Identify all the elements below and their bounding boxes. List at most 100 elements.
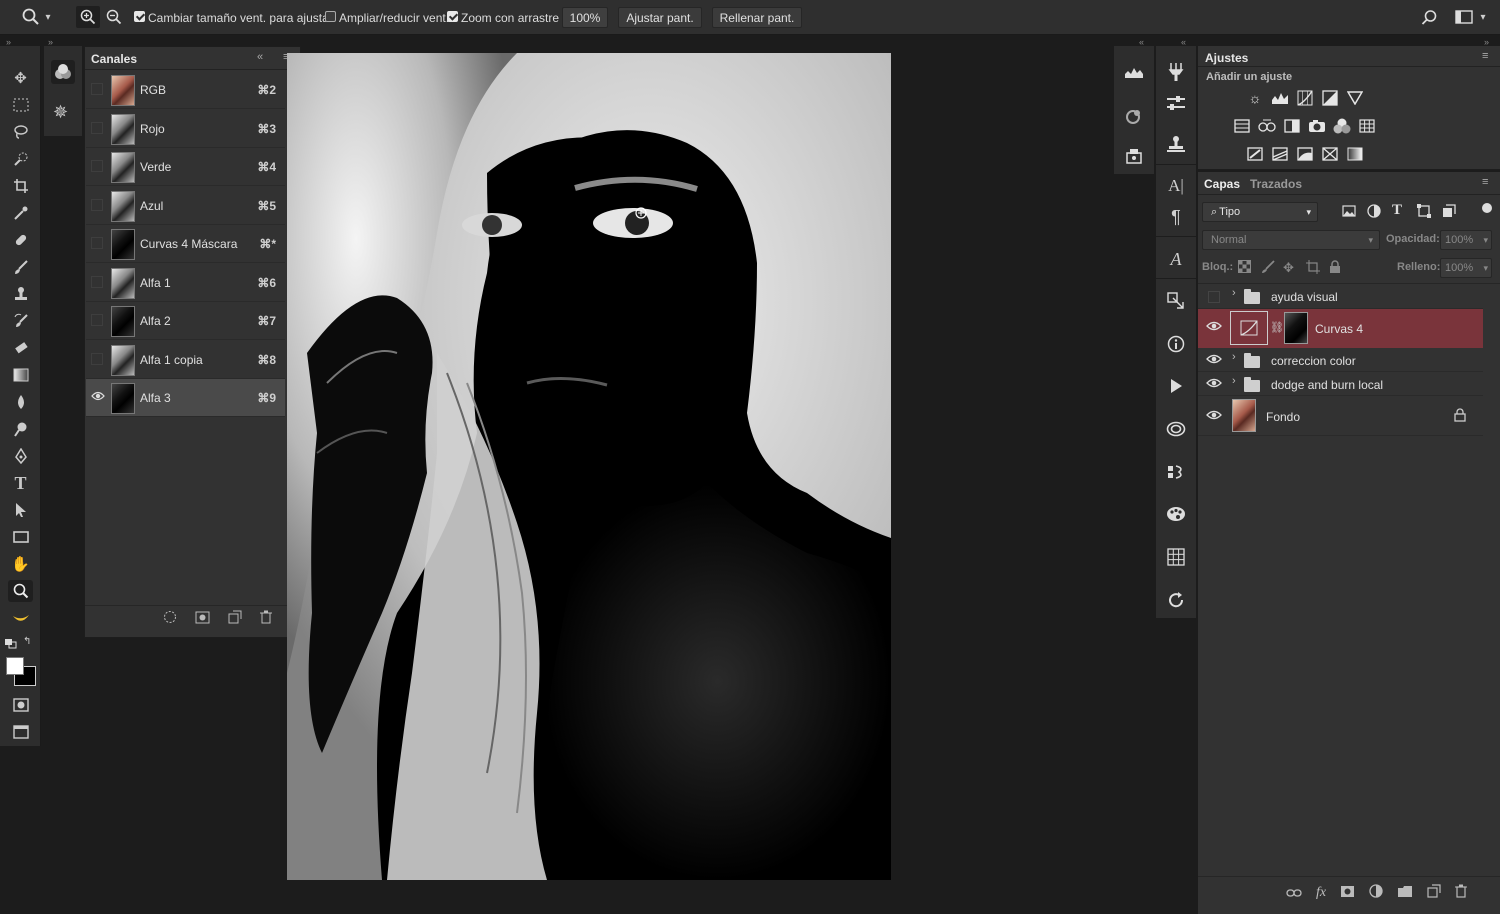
fx-icon[interactable]: fx — [1316, 885, 1326, 901]
new-group-icon[interactable] — [1397, 885, 1413, 901]
visibility-toggle-empty[interactable] — [91, 121, 103, 134]
lasso-tool-icon[interactable] — [8, 121, 33, 143]
paragraph-panel-icon[interactable]: ¶ — [1164, 205, 1188, 229]
type-filter-icon[interactable]: T — [1392, 202, 1402, 219]
fill-field[interactable]: 100% ▾ — [1440, 258, 1492, 278]
collapse-icon[interactable]: « — [257, 51, 263, 63]
channel-row[interactable]: Alfa 3 ⌘9 — [86, 379, 285, 417]
healing-brush-tool-icon[interactable] — [8, 229, 33, 251]
layer-row-curvas-4[interactable]: ⛓ Curvas 4 — [1198, 309, 1483, 348]
invert-icon[interactable] — [1246, 146, 1264, 162]
brush-settings-icon[interactable] — [1164, 91, 1188, 115]
chevron-down-icon[interactable]: ▾ — [1476, 6, 1490, 28]
channel-row[interactable]: Verde ⌘4 — [86, 148, 285, 186]
fill-screen-button[interactable]: Rellenar pant. — [712, 7, 802, 28]
eye-icon[interactable] — [1206, 410, 1222, 424]
channel-row[interactable]: Rojo ⌘3 — [86, 110, 285, 148]
channel-row[interactable]: Alfa 1 copia ⌘8 — [86, 341, 285, 379]
dodge-tool-icon[interactable] — [8, 418, 33, 440]
exposure-icon[interactable] — [1321, 90, 1339, 106]
visibility-toggle-empty[interactable] — [1208, 291, 1220, 303]
adjustment-filter-icon[interactable] — [1367, 204, 1381, 221]
navigator-panel-icon[interactable]: ✵ — [53, 102, 68, 123]
clone-stamp-tool-icon[interactable] — [8, 283, 33, 305]
screen-mode-icon[interactable] — [8, 721, 33, 743]
move-tool-icon[interactable]: ✥ — [8, 67, 33, 89]
color-panel-icon[interactable] — [1164, 502, 1188, 526]
channel-row[interactable]: Alfa 2 ⌘7 — [86, 302, 285, 340]
foreground-color-swatch[interactable] — [6, 657, 24, 675]
visibility-toggle-empty[interactable] — [91, 314, 103, 326]
quick-mask-icon[interactable] — [8, 694, 33, 716]
glyphs-panel-icon[interactable]: A — [1164, 247, 1188, 271]
eye-icon[interactable] — [1206, 378, 1222, 392]
panel-menu-icon[interactable]: ≡ — [1482, 50, 1488, 62]
channel-row[interactable]: Azul ⌘5 — [86, 187, 285, 225]
shape-filter-icon[interactable] — [1417, 204, 1431, 221]
link-layers-icon[interactable] — [1286, 885, 1302, 901]
add-mask-icon[interactable] — [1340, 885, 1355, 901]
histogram-icon[interactable] — [1122, 60, 1146, 84]
type-tool-icon[interactable]: T — [8, 472, 33, 494]
blur-tool-icon[interactable] — [8, 391, 33, 413]
resize-windows-checkbox[interactable] — [134, 11, 145, 22]
history-brush-tool-icon[interactable] — [8, 310, 33, 332]
search-icon[interactable] — [1418, 6, 1440, 28]
layer-thumbnail[interactable] — [1232, 399, 1256, 432]
tool-presets-icon[interactable] — [1164, 60, 1188, 84]
layer-row-dodge-and-burn[interactable]: › dodge and burn local — [1198, 372, 1483, 396]
curves-adjustment-thumbnail[interactable] — [1230, 311, 1268, 345]
hue-saturation-icon[interactable] — [1233, 118, 1251, 134]
channels-panel-icon[interactable] — [51, 60, 75, 84]
banana-icon[interactable] — [8, 608, 33, 630]
layer-row-fondo[interactable]: Fondo — [1198, 396, 1483, 436]
paths-panel-icon[interactable] — [1164, 289, 1188, 313]
gradient-map-icon[interactable] — [1346, 146, 1364, 162]
refresh-icon[interactable] — [1164, 588, 1188, 612]
path-selection-tool-icon[interactable] — [8, 499, 33, 521]
lock-transparent-icon[interactable] — [1238, 260, 1251, 276]
tab-layers[interactable]: Capas — [1204, 177, 1240, 191]
delete-layer-icon[interactable] — [1455, 884, 1468, 901]
chevron-right-icon[interactable]: › — [1232, 287, 1236, 299]
new-layer-icon[interactable] — [1427, 884, 1441, 901]
save-selection-icon[interactable] — [195, 611, 210, 627]
layer-row-correccion-color[interactable]: › correccion color — [1198, 348, 1483, 372]
libraries-icon[interactable] — [1122, 104, 1146, 128]
visibility-toggle-empty[interactable] — [91, 160, 103, 172]
channel-row[interactable]: RGB ⌘2 — [86, 71, 285, 109]
default-colors-icon[interactable] — [5, 638, 17, 649]
panel-menu-icon[interactable]: ≡ — [1482, 176, 1488, 188]
filter-toggle-icon[interactable] — [1482, 203, 1492, 213]
posterize-icon[interactable] — [1271, 146, 1289, 162]
zoom-tool-icon[interactable] — [8, 580, 33, 602]
crop-tool-icon[interactable] — [8, 175, 33, 197]
visibility-toggle-empty[interactable] — [91, 83, 103, 95]
eyedropper-tool-icon[interactable] — [8, 202, 33, 224]
creative-cloud-icon[interactable] — [1164, 417, 1188, 441]
brightness-contrast-icon[interactable]: ☼ — [1246, 90, 1264, 106]
gradient-tool-icon[interactable] — [8, 364, 33, 386]
document-canvas[interactable] — [287, 53, 891, 880]
color-lookup-icon[interactable] — [1358, 118, 1376, 134]
curves-icon[interactable] — [1296, 90, 1314, 106]
eye-icon[interactable] — [1206, 354, 1222, 368]
actions-play-icon[interactable] — [1164, 374, 1188, 398]
zoom-all-windows-checkbox[interactable] — [325, 11, 336, 22]
chevron-right-icon[interactable]: › — [1232, 375, 1236, 387]
selective-color-icon[interactable] — [1321, 146, 1339, 162]
eraser-tool-icon[interactable] — [8, 337, 33, 359]
zoom-tool-preset-icon[interactable] — [20, 6, 42, 28]
zoom-value-field[interactable]: 100% — [562, 7, 608, 28]
layer-row-ayuda-visual[interactable]: › ayuda visual — [1198, 283, 1483, 309]
load-selection-icon[interactable] — [163, 610, 177, 627]
vibrance-icon[interactable] — [1346, 90, 1364, 106]
new-adjustment-icon[interactable] — [1369, 884, 1383, 901]
link-icon[interactable]: ⛓ — [1270, 321, 1284, 334]
lock-artboard-icon[interactable] — [1306, 260, 1320, 277]
blend-mode-select[interactable]: Normal ▾ — [1202, 230, 1380, 250]
history-icon[interactable] — [1164, 459, 1188, 483]
channel-mixer-icon[interactable] — [1333, 118, 1351, 134]
lock-pixels-icon[interactable] — [1261, 260, 1275, 277]
layer-filter-select[interactable]: ⌕ Tipo ▾ — [1202, 202, 1318, 222]
